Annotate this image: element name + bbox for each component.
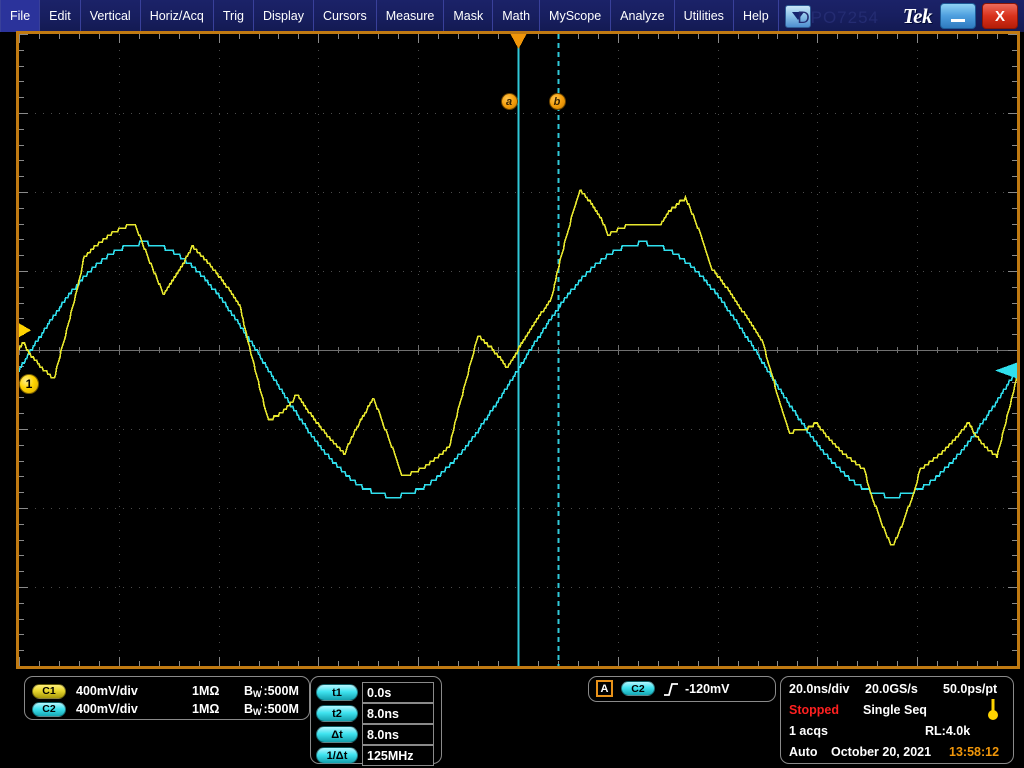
channel-scale-c2: 400mV/div: [76, 702, 138, 716]
cursor-value-inv-delta-t: 125MHz: [362, 745, 434, 766]
trigger-row: A C2 -120mV: [596, 680, 729, 697]
cursor-row-delta-t[interactable]: Δt 8.0ns: [316, 724, 434, 745]
cursor-badge-inv-delta-t[interactable]: 1/Δt: [316, 747, 358, 764]
sample-rate-value: 20.0GS/s: [865, 682, 918, 696]
bw-prime-c2: ': [260, 703, 263, 712]
cursor-badge-delta-t[interactable]: Δt: [316, 726, 358, 743]
rising-edge-icon: [664, 682, 678, 696]
oscilloscope-app: File Edit Vertical Horiz/Acq Trig Displa…: [0, 0, 1024, 768]
channel-bandwidth-c1: B W ':500M: [244, 684, 299, 699]
channel-impedance-c1: 1MΩ: [192, 684, 220, 698]
menu-bar: File Edit Vertical Horiz/Acq Trig Displa…: [0, 0, 1024, 32]
cursor-row-t1[interactable]: t1 0.0s: [316, 682, 434, 703]
resolution-value: 50.0ps/pt: [943, 682, 998, 696]
waveform-graticule[interactable]: 1 a b: [16, 31, 1020, 669]
ch1-ground-badge: 1: [19, 374, 39, 394]
trigger-badge-a[interactable]: A: [596, 680, 613, 697]
minimize-icon: [951, 18, 965, 22]
tek-logo: Tek: [902, 4, 933, 28]
run-state: Stopped: [789, 703, 839, 717]
cursor-row-t2[interactable]: t2 8.0ns: [316, 703, 434, 724]
status-area: C1 400mV/div 1MΩ B W ':500M C2 400mV/div 1…: [0, 672, 1024, 768]
trigger-source-badge[interactable]: C2: [621, 681, 655, 696]
menu-item-trig[interactable]: Trig: [214, 0, 254, 32]
status-time: 13:58:12: [949, 745, 1000, 759]
minimize-button[interactable]: [940, 3, 976, 29]
channel-row-c1[interactable]: C1 400mV/div 1MΩ B W ':500M: [32, 682, 299, 700]
channel-badge-c2[interactable]: C2: [32, 701, 66, 717]
acq-count: 1 acqs: [789, 724, 828, 738]
record-length: RL:4.0k: [925, 724, 971, 738]
menu-item-math[interactable]: Math: [493, 0, 541, 32]
cursor-value-delta-t: 8.0ns: [362, 724, 434, 745]
bw-value-c1: :500M: [263, 684, 299, 698]
channel-row-c2[interactable]: C2 400mV/div 1MΩ B W ':500M: [32, 700, 299, 718]
cursor-a-label[interactable]: a: [500, 93, 518, 110]
ch1-ground-marker[interactable]: 1: [19, 374, 41, 396]
channel-bandwidth-c2: B W ':500M: [244, 702, 299, 717]
menu-item-myscope[interactable]: MyScope: [540, 0, 612, 32]
menu-item-display[interactable]: Display: [254, 0, 314, 32]
cursor-badge-t1[interactable]: t1: [316, 684, 358, 701]
menu-item-analyze[interactable]: Analyze: [611, 0, 675, 32]
menu-item-mask[interactable]: Mask: [444, 0, 494, 32]
menu-item-edit[interactable]: Edit: [40, 0, 81, 32]
trigger-mode: Auto: [789, 745, 818, 759]
acq-mode: Single Seq: [863, 703, 927, 717]
bw-value-c2: :500M: [263, 702, 299, 716]
close-button[interactable]: X: [982, 3, 1018, 29]
bw-prefix-c1: B: [244, 684, 254, 698]
trigger-level: -120mV: [685, 681, 730, 696]
cursor-row-inv-delta-t[interactable]: 1/Δt 125MHz: [316, 745, 434, 766]
channel-impedance-c2: 1MΩ: [192, 702, 220, 716]
bw-prime-c1: ': [260, 685, 263, 694]
status-date: October 20, 2021: [831, 745, 932, 759]
pin-icon: [988, 699, 998, 720]
menu-item-horiz-acq[interactable]: Horiz/Acq: [141, 0, 214, 32]
cursor-readout-panel: t1 0.0s t2 8.0ns Δt 8.0ns 1/Δt 125MHz: [310, 676, 442, 766]
cursor-b-label[interactable]: b: [548, 93, 566, 110]
waveform-svg: [19, 34, 1017, 666]
menu-item-measure[interactable]: Measure: [377, 0, 445, 32]
menu-item-help[interactable]: Help: [734, 0, 779, 32]
menu-item-utilities[interactable]: Utilities: [675, 0, 734, 32]
cursor-value-t1: 0.0s: [362, 682, 434, 703]
channel-badge-c1[interactable]: C1: [32, 683, 66, 699]
channel-settings-panel: C1 400mV/div 1MΩ B W ':500M C2 400mV/div 1…: [24, 676, 310, 720]
trigger-panel[interactable]: A C2 -120mV: [588, 676, 776, 702]
bw-prefix-c2: B: [244, 702, 254, 716]
timebase-value: 20.0ns/div: [789, 682, 850, 696]
acquisition-status-panel: 20.0ns/div 20.0GS/s 50.0ps/pt Stopped Si…: [780, 676, 1014, 764]
menu-item-cursors[interactable]: Cursors: [314, 0, 377, 32]
menu-item-vertical[interactable]: Vertical: [81, 0, 141, 32]
model-name: DPO7254: [797, 8, 879, 27]
cursor-badge-t2[interactable]: t2: [316, 705, 358, 722]
menu-item-file[interactable]: File: [0, 0, 41, 32]
cursor-value-t2: 8.0ns: [362, 703, 434, 724]
waveform-canvas: [19, 34, 1017, 666]
channel-scale-c1: 400mV/div: [76, 684, 138, 698]
